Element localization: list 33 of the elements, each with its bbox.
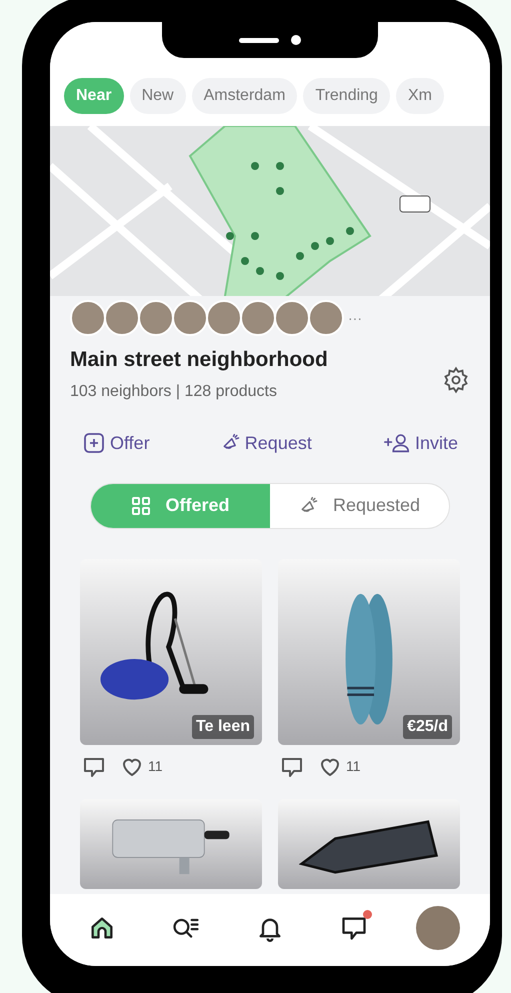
grid-icon: [131, 496, 152, 516]
segment-tab[interactable]: Offered: [91, 484, 270, 528]
member-avatar: [240, 300, 276, 336]
add-person-icon: [382, 431, 411, 455]
plus-square-icon: [82, 431, 106, 455]
member-avatar: [308, 300, 344, 336]
product-photo[interactable]: €25/d: [278, 558, 460, 744]
member-avatar: [104, 300, 140, 336]
segment-tab[interactable]: Requested: [270, 484, 449, 528]
neighborhood-title: Main street neighborhood: [70, 347, 328, 373]
filter-chip[interactable]: Trending: [303, 78, 390, 114]
product-price-label: €25/d: [403, 714, 452, 738]
member-avatar: [172, 300, 208, 336]
member-avatar: [206, 300, 242, 336]
member-avatar: [138, 300, 174, 336]
filter-chip[interactable]: Amsterdam: [192, 78, 298, 114]
like-count: 11: [148, 757, 163, 776]
filter-chip[interactable]: New: [130, 78, 186, 114]
action-button[interactable]: Offer: [82, 430, 150, 456]
member-avatar: [70, 300, 106, 336]
product-photo[interactable]: Te leen: [80, 558, 262, 744]
action-button[interactable]: Request: [220, 430, 312, 456]
filter-chip[interactable]: Xm: [396, 78, 444, 114]
settings-icon[interactable]: [442, 366, 470, 394]
member-avatar: [274, 300, 310, 336]
profile-avatar: [416, 906, 460, 950]
more-members: ···: [348, 308, 362, 328]
filter-chip[interactable]: Near: [64, 78, 124, 114]
product-price-label: Te leen: [192, 714, 254, 738]
like-count: 11: [346, 757, 361, 776]
action-button[interactable]: Invite: [382, 430, 458, 456]
product-photo[interactable]: [278, 798, 460, 888]
neighborhood-stats: 103 neighbors | 128 products: [70, 382, 278, 402]
